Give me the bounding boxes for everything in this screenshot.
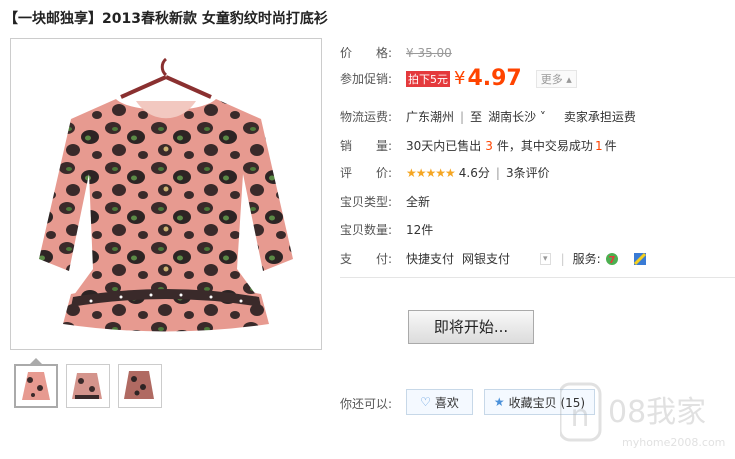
service-guarantee-icon[interactable]: [633, 252, 647, 266]
currency-symbol: ¥: [454, 68, 466, 89]
shipping-fee: 卖家承担运费: [563, 110, 636, 124]
sales-mid: 件，其中交易成功: [496, 139, 593, 153]
condition-row: 宝贝类型: 全新: [340, 193, 430, 210]
sales-row: 销 量: 30天内已售出 3 件，其中交易成功 1 件: [340, 137, 617, 154]
also-label: 你还可以:: [340, 397, 393, 411]
promo-label: 参加促销:: [340, 72, 393, 86]
svg-text:n: n: [570, 399, 589, 434]
thumbnail-3[interactable]: [118, 364, 162, 408]
more-promotions-button[interactable]: 更多 ▴: [535, 69, 577, 88]
sales-count: 3: [485, 138, 493, 153]
promo-price: 4.97: [467, 66, 522, 91]
quantity-value: 12件: [406, 223, 434, 237]
original-price: ¥ 35.00: [406, 45, 452, 60]
svg-text:7: 7: [608, 255, 615, 266]
product-title: 【一块邮独享】2013春秋新款 女童豹纹时尚打底衫: [4, 11, 328, 27]
divider-line: [340, 277, 735, 278]
price-row: 价 格: ¥ 35.00: [340, 44, 452, 61]
like-label: 喜欢: [434, 395, 459, 410]
thumbnail-2[interactable]: [66, 364, 110, 408]
quantity-row: 宝贝数量: 12件: [340, 221, 433, 238]
condition-value: 全新: [406, 195, 431, 209]
service-7day-icon[interactable]: 7: [605, 252, 619, 266]
watermark-url: myhome2008.com: [622, 436, 725, 449]
promo-tag: 拍下5元: [406, 70, 450, 87]
buy-button[interactable]: 即将开始...: [408, 310, 534, 344]
heart-icon: ♡: [420, 395, 431, 409]
quantity-label: 宝贝数量:: [340, 223, 393, 237]
chevron-down-icon[interactable]: ▾: [540, 252, 551, 265]
star-icon: ★: [493, 395, 505, 409]
payment-method-quick: 快捷支付: [406, 252, 455, 266]
divider: |: [460, 109, 465, 124]
shipping-label: 物流运费:: [340, 110, 393, 124]
sales-prefix: 30天内已售出: [406, 139, 482, 153]
payment-label: 支 付:: [340, 252, 393, 266]
divider: |: [495, 165, 500, 180]
shipping-row: 物流运费: 广东潮州 | 至 湖南长沙 ˅ 卖家承担运费: [340, 108, 636, 125]
promo-row: 参加促销: 拍下5元 ¥ 4.97 更多 ▴: [340, 66, 577, 91]
ship-to-word: 至: [470, 110, 483, 124]
price-label: 价 格:: [340, 46, 393, 60]
reviews-link[interactable]: 3条评价: [506, 164, 550, 181]
thumbnail-1[interactable]: [14, 364, 58, 408]
rating-row: 评 价: ★★★★★ 4.6分 | 3条评价: [340, 164, 550, 181]
payment-row: 支 付: 快捷支付 网银支付 ▾ | 服务: 7: [340, 250, 647, 267]
thumbnail-strip: [14, 364, 162, 408]
rating-score: 4.6分: [458, 166, 490, 180]
divider: |: [560, 251, 565, 266]
product-main-image[interactable]: [10, 38, 322, 350]
sales-suffix: 件: [604, 139, 617, 153]
star-rating-icon: ★★★★★: [406, 165, 456, 180]
also-row: 你还可以:: [340, 395, 406, 412]
like-button[interactable]: ♡ 喜欢: [406, 389, 473, 415]
rating-label: 评 价:: [340, 166, 393, 180]
service-label: 服务:: [572, 252, 601, 266]
payment-method-bank: 网银支付: [462, 252, 511, 266]
ship-from: 广东潮州: [406, 110, 455, 124]
ship-to-selector[interactable]: 湖南长沙 ˅: [488, 108, 546, 125]
watermark-text: 08我家: [608, 395, 706, 430]
success-count: 1: [594, 138, 603, 153]
sales-label: 销 量:: [340, 139, 393, 153]
watermark-logo: n 08我家 myhome2008.com: [558, 376, 735, 456]
condition-label: 宝贝类型:: [340, 195, 393, 209]
